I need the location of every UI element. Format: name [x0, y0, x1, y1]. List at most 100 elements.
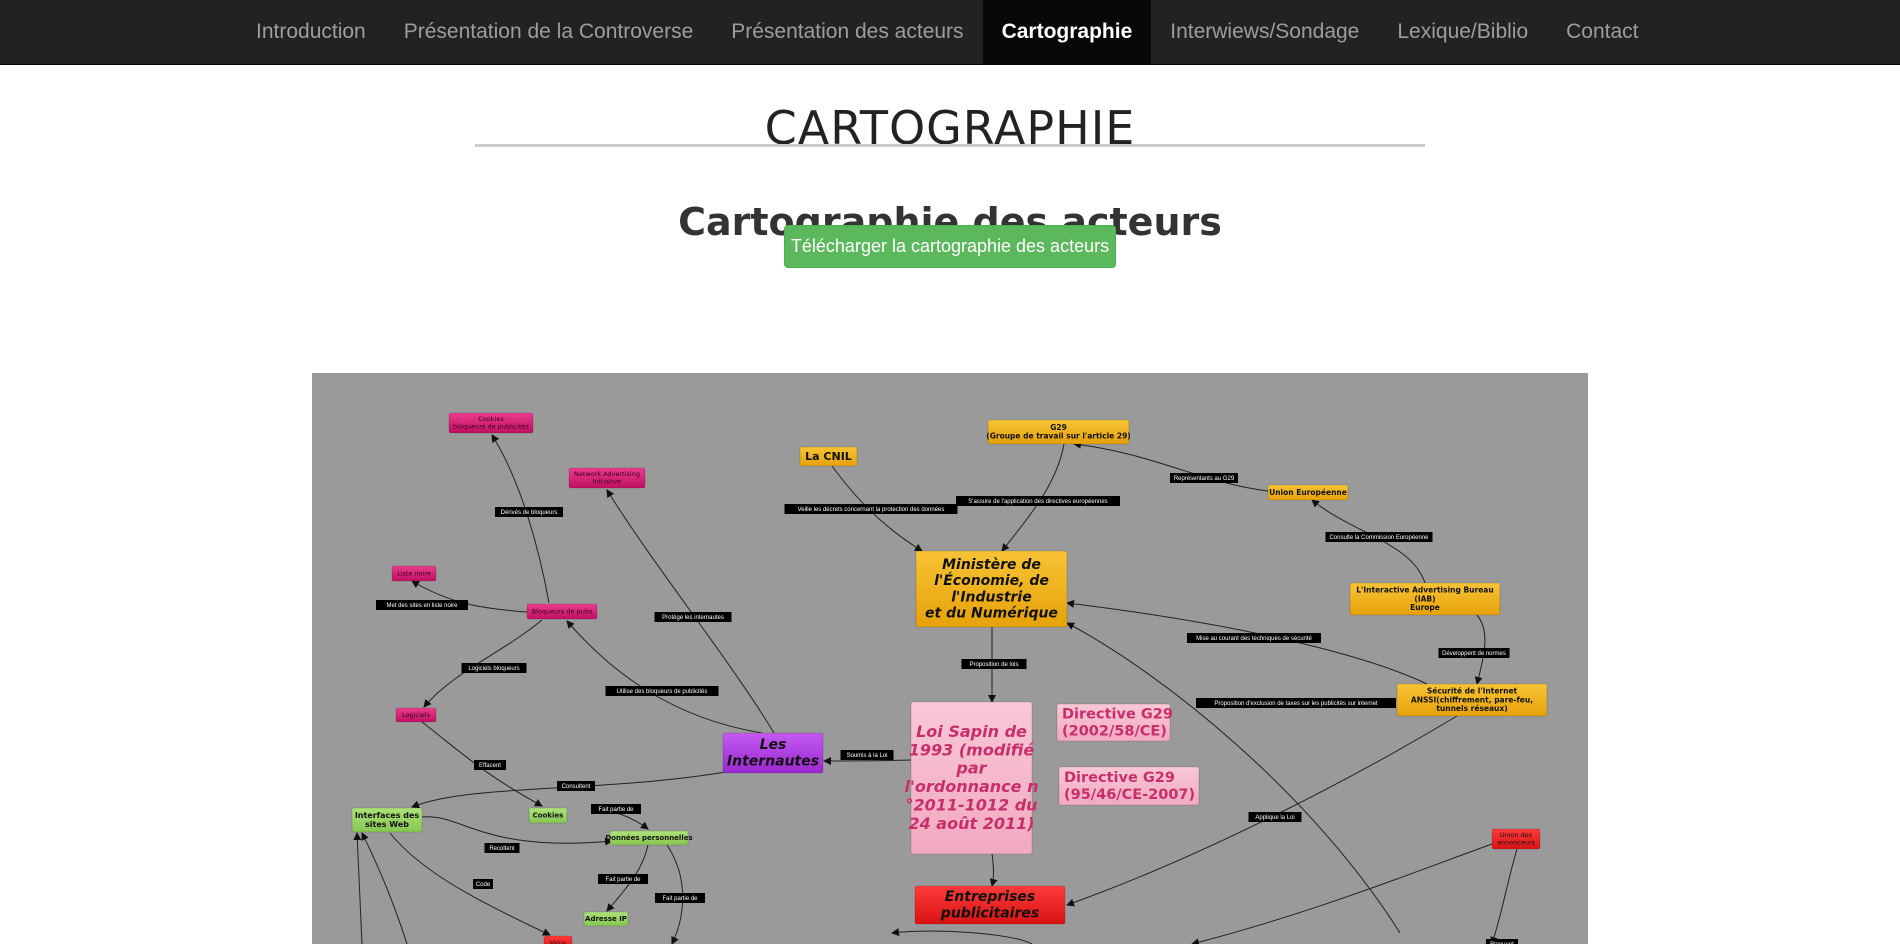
map-node-label: Directive G29 (2002/58/CE) — [1062, 707, 1173, 740]
map-edge — [606, 489, 775, 734]
map-node-donnees: Données personnelles — [605, 830, 693, 846]
edge-label-text: Veille les décrets concernant la protect… — [798, 507, 945, 513]
map-node-liste-noire: Liste noire — [391, 565, 437, 582]
edge-label: Logiciels bloqueurs — [461, 663, 527, 673]
edge-label-text: Code — [476, 882, 491, 888]
edge-label-text: Représentants au G29 — [1174, 476, 1235, 482]
edge-label: Utilise des bloqueurs de publicités — [605, 686, 719, 696]
edge-label-text: Fait partie de — [662, 896, 698, 902]
edge-label: Effacent — [474, 760, 506, 770]
map-node-interfaces: Interfaces des sites Web — [351, 807, 423, 833]
edge-label-text: Proposition de lois — [969, 662, 1018, 668]
edge-label-text: Met des sites en liste noire — [386, 603, 458, 609]
edge-label-text: Soumis à la Loi — [846, 753, 887, 759]
edge-label: Mise au courant des techniques de sécuri… — [1187, 633, 1321, 643]
map-edge — [566, 620, 763, 734]
map-edge — [421, 816, 613, 846]
map-edge — [1073, 440, 1269, 492]
map-node-cnil: La CNIL — [799, 446, 858, 467]
map-node-label: Union des annonceurs — [1497, 831, 1536, 846]
map-node-label: La CNIL — [805, 450, 852, 463]
map-node-cookies-bloq: Cookies bloqueurs de publicités — [448, 412, 534, 434]
edge-label-text: Consulte la Commission Européenne — [1329, 535, 1429, 541]
map-node-virus: Virus — [543, 935, 573, 944]
edge-label: Proposition d'exclusion de taxes sur les… — [1196, 698, 1396, 708]
edge-label: Consulte la Commission Européenne — [1325, 532, 1433, 542]
edge-label: Bloquent — [1486, 939, 1518, 944]
edge-label-text: Recoltent — [489, 846, 515, 852]
edge-label-text: Proposition d'exclusion de taxes sur les… — [1214, 701, 1378, 707]
map-edge — [891, 928, 1033, 944]
map-edge — [389, 832, 551, 936]
edge-label-text: Mise au courant des techniques de sécuri… — [1196, 636, 1312, 642]
edge-label-text: Protège les internautes — [662, 615, 724, 621]
edge-label-text: Dérivés de bloqueurs — [501, 510, 558, 516]
nav-item-cartographie[interactable]: Cartographie — [982, 0, 1152, 64]
actors-map-diagram: Dérivés de bloqueurs Met des sites en lis… — [351, 412, 1548, 944]
map-edge — [1490, 848, 1518, 944]
nav-item-lexique-biblio[interactable]: Lexique/Biblio — [1378, 0, 1547, 64]
nav-item-presentation-de-la-controverse[interactable]: Présentation de la Controverse — [385, 0, 713, 64]
map-node-sapin: Loi Sapin de 1993 (modifié par l'ordonnance… — [905, 701, 1039, 855]
top-navbar: Introduction Présentation de la Controver… — [0, 0, 1900, 65]
edge-label-text: Logiciels bloqueurs — [468, 666, 519, 672]
edge-label: Met des sites en liste noire — [376, 600, 468, 610]
map-node-label: Virus — [550, 939, 567, 944]
edge-label: Veille les décrets concernant la protect… — [784, 504, 958, 514]
map-node-nai: Network Advertising Initiative — [568, 467, 646, 489]
edge-label: Code — [473, 879, 493, 889]
map-node-ministere: Ministère de l'Économie, de l'Industrie et … — [915, 550, 1068, 628]
edge-label: Soumis à la Loi — [840, 750, 894, 760]
map-edge — [989, 853, 998, 887]
map-edge — [823, 756, 913, 765]
edge-label: Dérivés de bloqueurs — [495, 507, 563, 517]
map-node-entreprises: Entreprises publicitaires — [914, 885, 1066, 925]
edge-label-text: Consultent — [562, 784, 591, 790]
map-node-label: Loi Sapin de 1993 (modifié par l'ordonnance… — [905, 722, 1039, 833]
map-edge — [361, 832, 408, 944]
actors-map: Dérivés de bloqueurs Met des sites en lis… — [312, 373, 1588, 944]
edge-label: Consultent — [557, 781, 595, 791]
map-node-label: Union Européenne — [1269, 488, 1347, 497]
map-node-label: Cookies — [533, 812, 564, 820]
edge-label: Applique la Loi — [1248, 812, 1302, 822]
map-node-bloqueurs: Bloqueurs de pubs — [526, 603, 598, 620]
nav-item-contact[interactable]: Contact — [1547, 0, 1657, 64]
map-node-label: Adresse IP — [585, 915, 627, 923]
map-node-cookies: Cookies — [528, 807, 568, 824]
edge-label-text: S'assure de l'application des directives… — [968, 499, 1107, 505]
edge-label: Fait partie de — [598, 874, 648, 884]
map-nodes: Cookies bloqueurs de publicités Network Ad… — [351, 412, 1548, 944]
map-node-union-ann: Union des annonceurs — [1491, 828, 1541, 850]
map-edge — [353, 832, 363, 944]
map-node-label: Entreprises publicitaires — [940, 889, 1039, 921]
map-node-iab: L'Interactive Advertising Bureau (IAB) Eur… — [1349, 582, 1501, 616]
nav-menu: Introduction Présentation de la Controver… — [237, 0, 1658, 64]
map-node-dir2: Directive G29 (95/46/CE-2007) — [1058, 766, 1200, 806]
edge-label-text: Fait partie de — [598, 807, 634, 813]
map-node-label: Bloqueurs de pubs — [532, 607, 593, 615]
nav-item-interwiews-sondage[interactable]: Interwiews/Sondage — [1151, 0, 1378, 64]
edge-label-text: Développent de normes — [1442, 651, 1506, 657]
edge-label-text: Fait partie de — [605, 877, 641, 883]
edge-label: Recoltent — [484, 843, 520, 853]
nav-item-introduction[interactable]: Introduction — [237, 0, 385, 64]
map-node-label: Logiciels — [402, 711, 431, 719]
edge-label: Développent de normes — [1438, 648, 1510, 658]
download-map-button[interactable]: Télécharger la cartographie des acteurs — [784, 225, 1116, 268]
edge-label: Fait partie de — [655, 893, 705, 903]
edge-label-text: Utilise des bloqueurs de publicités — [617, 689, 708, 695]
nav-item-presentation-des-acteurs[interactable]: Présentation des acteurs — [712, 0, 982, 64]
map-node-ue: Union Européenne — [1267, 484, 1349, 501]
edge-label: Proposition de lois — [961, 659, 1027, 669]
edge-label-text: Applique la Loi — [1255, 815, 1294, 821]
map-node-dir1: Directive G29 (2002/58/CE) — [1056, 703, 1173, 742]
edge-label: Fait partie de — [591, 804, 641, 814]
map-node-anssi: Sécurité de l'Internet ANSSI(chiffrement,… — [1396, 683, 1548, 717]
map-node-g29: G29 (Groupe de travail sur l'article 29) — [986, 419, 1131, 445]
map-node-internautes: Les Internautes — [722, 732, 824, 774]
map-edge — [1066, 715, 1458, 907]
map-node-label: Données personnelles — [605, 834, 692, 842]
edge-label: Protège les internautes — [654, 612, 732, 622]
map-node-adresse-ip: Adresse IP — [583, 911, 629, 927]
